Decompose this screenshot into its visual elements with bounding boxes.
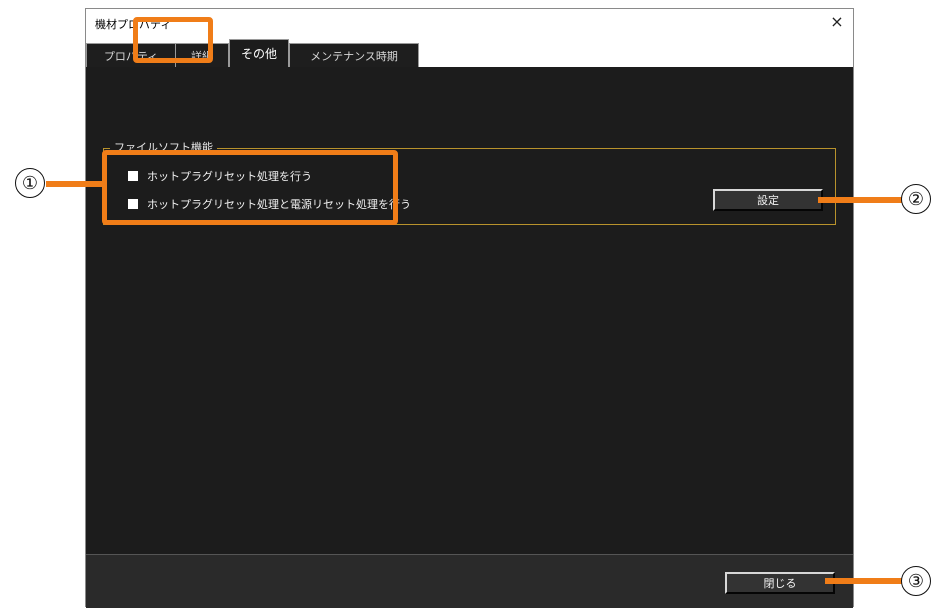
settings-button[interactable]: 設定 bbox=[713, 189, 823, 211]
tab-maintenance-period[interactable]: メンテナンス時期 bbox=[289, 43, 419, 67]
tab-label: その他 bbox=[240, 47, 277, 61]
callout-line-1 bbox=[46, 181, 104, 187]
tab-other[interactable]: その他 bbox=[229, 39, 289, 67]
callout-3: ③ bbox=[901, 566, 931, 596]
callout-line-2 bbox=[818, 197, 905, 203]
close-button-label: 閉じる bbox=[763, 577, 797, 590]
tab-highlight-box bbox=[133, 17, 213, 63]
callout-1: ① bbox=[15, 168, 45, 198]
callout-line-3 bbox=[825, 578, 905, 584]
close-button[interactable]: 閉じる bbox=[725, 572, 835, 594]
settings-button-label: 設定 bbox=[757, 194, 779, 207]
tab-label: メンテナンス時期 bbox=[310, 49, 398, 63]
checkbox-highlight-box bbox=[102, 150, 398, 225]
close-icon[interactable]: × bbox=[827, 12, 847, 32]
callout-2: ② bbox=[901, 184, 931, 214]
equipment-properties-dialog: 機材プロパティ × プロパティ 詳細 その他 メンテナンス時期 ファイルソフト機… bbox=[85, 8, 854, 608]
